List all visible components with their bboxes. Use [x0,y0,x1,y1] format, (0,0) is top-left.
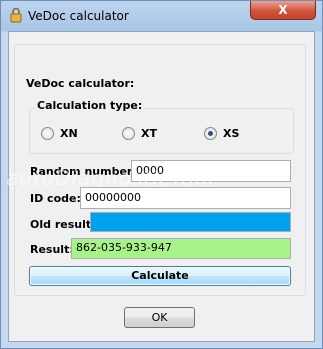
id-code-label: ID code: [30,192,81,205]
old-result-field[interactable] [90,212,291,232]
result-label: Result: [30,243,74,256]
ok-button[interactable]: OK [124,307,195,328]
old-result-label: Old result: [30,218,96,231]
close-button[interactable]: X [250,1,316,20]
vedoc-group-label: VeDoc calculator: [24,77,137,90]
result-field[interactable]: 862-035-933-947 [71,238,291,259]
calculate-button[interactable]: Calculate [29,266,291,286]
calculation-type-label: Calculation type: [35,99,145,112]
radio-xs-circle[interactable] [204,127,217,140]
radio-xn-circle[interactable] [41,127,54,140]
radio-xt-label[interactable]: XT [141,127,157,140]
window-title: VeDoc calculator [28,9,129,23]
title-bar[interactable]: VeDoc calculator X [1,1,322,31]
id-code-input[interactable]: 00000000 [80,187,291,209]
radio-selected-dot [208,131,213,136]
radio-xn-label[interactable]: XN [60,127,78,140]
radio-xs-label[interactable]: XS [223,127,239,140]
radio-xt-circle[interactable] [122,127,135,140]
lock-icon [10,7,22,23]
close-icon: X [278,3,288,17]
